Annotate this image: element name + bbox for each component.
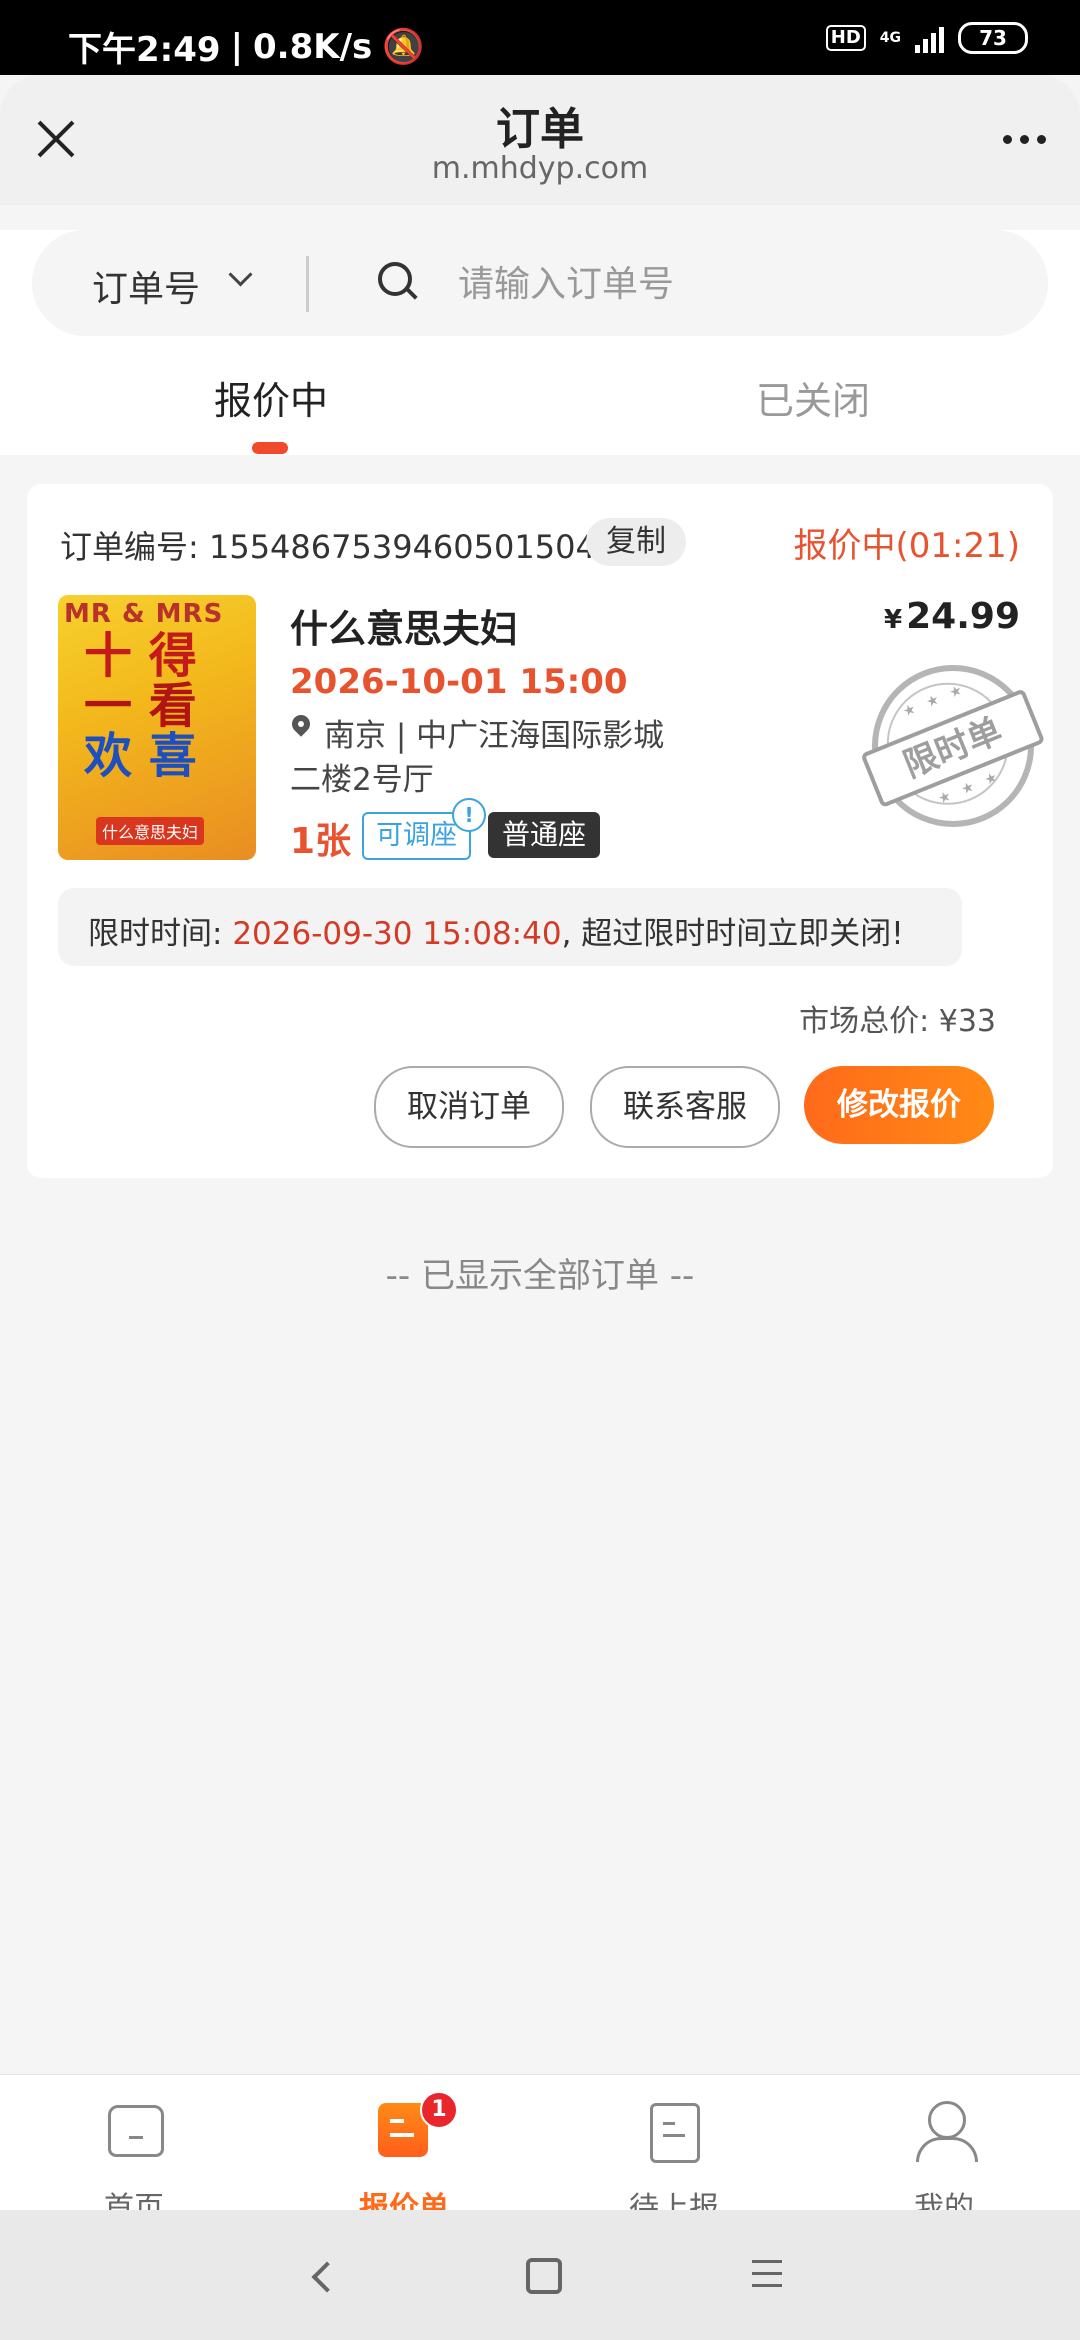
modify-quote-button[interactable]: 修改报价 [804,1066,994,1144]
back-icon[interactable] [311,2261,343,2293]
search-input[interactable] [456,248,1020,320]
price: ¥24.99 [884,596,1020,637]
home-square-icon[interactable] [526,2258,562,2294]
browser-header: 订单 m.mhdyp.com [0,75,1080,205]
order-number: 订单编号: 1554867539460501504 [60,528,596,566]
cancel-order-button[interactable]: 取消订单 [374,1066,564,1148]
page-url: m.mhdyp.com [431,151,649,186]
search-icon [378,262,412,296]
divider [306,256,309,312]
hd-icon: HD [825,25,866,51]
menu-icon[interactable] [752,2260,782,2296]
more-icon[interactable] [1003,135,1046,144]
info-icon[interactable]: ! [452,798,486,832]
system-nav-bar [0,2210,1080,2340]
market-total-price: 市场总价: ¥33 [799,1004,996,1039]
bottom-tab-bar: 首页 1 报价单 待上报 我的 [0,2074,1080,2226]
signal-icon [915,23,944,53]
tab-indicator [252,442,288,454]
contact-service-button[interactable]: 联系客服 [590,1066,780,1148]
network-speed: 0.8K/s [253,26,373,67]
limit-notice: 限时时间: 2026-09-30 15:08:40, 超过限时时间立即关闭! [58,888,962,966]
order-status: 报价中(01:21) [793,526,1020,566]
status-time: 下午2:49 [68,30,221,70]
search-type-select[interactable]: 订单号 [92,260,200,312]
profile-icon [928,2101,966,2139]
page-title: 订单 [496,104,584,155]
list-end-text: -- 已显示全部订单 -- [385,1256,695,1296]
mute-bell-icon: 🔕 [382,26,425,67]
tab-quoting[interactable]: 报价中 [214,370,328,425]
network-type: 4G [879,30,901,46]
showtime: 2026-10-01 15:00 [290,662,628,702]
limit-time: 2026-09-30 15:08:40 [232,916,562,952]
chevron-down-icon[interactable] [228,262,253,287]
battery-icon: 73 [958,22,1028,54]
seat-type-tag: 普通座 [488,812,601,858]
poster-tag: 什么意思夫妇 [96,817,205,845]
home-icon [108,2105,164,2157]
poster-top-text: MR & MRS [64,599,224,629]
movie-title: 什么意思夫妇 [290,607,519,651]
search-bar: 订单号 [32,230,1048,336]
document-icon [650,2103,700,2163]
hall-name: 二楼2号厅 [290,762,434,798]
movie-poster[interactable]: MR & MRS 十 得 一 看 欢 喜 聚 剧 什么意思夫妇 [58,595,256,860]
tab-closed[interactable]: 已关闭 [756,370,870,425]
notification-badge: 1 [420,2091,458,2129]
ticket-quantity: 1张 [290,821,352,862]
cinema-name: 南京 | 中广汪海国际影城 [324,718,665,754]
status-bar: 下午2:49 | 0.8K/s 🔕 HD 4G 73 [0,0,1080,75]
copy-button[interactable]: 复制 [586,518,686,566]
